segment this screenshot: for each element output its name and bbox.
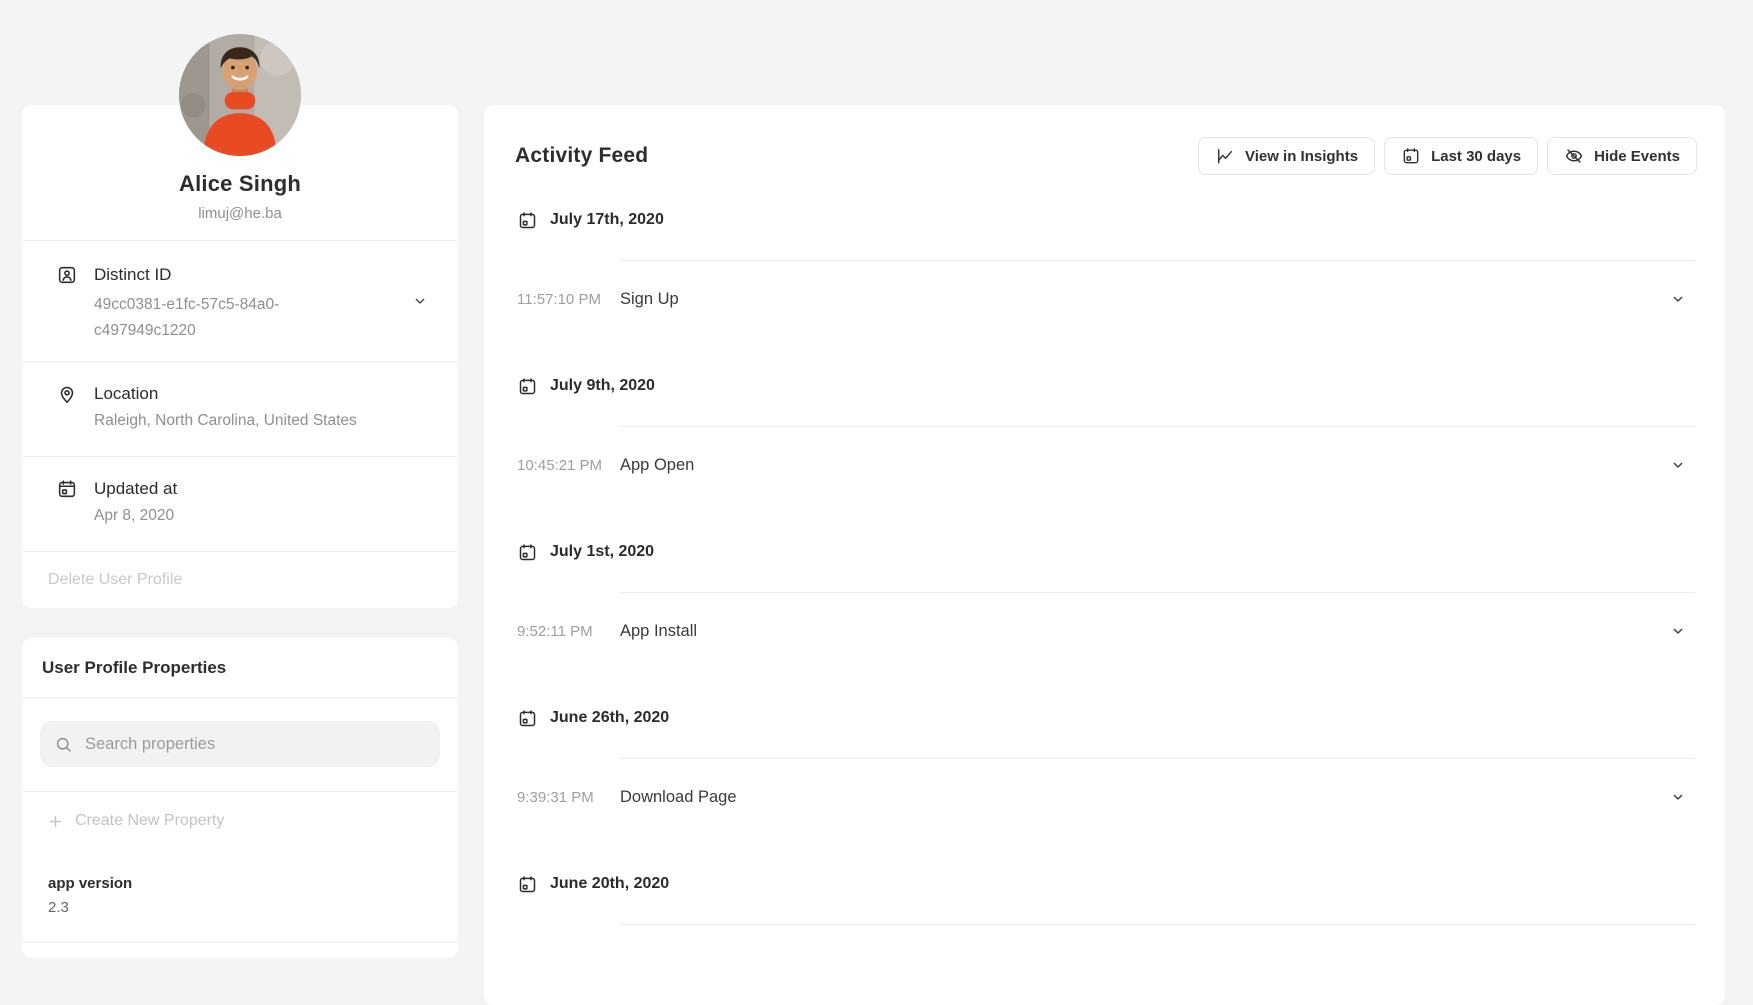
feed-date-group: July 17th, 2020 11:57:10 PM Sign Up [484,208,1725,337]
date-range-button[interactable]: Last 30 days [1384,137,1538,175]
user-profile-page: { "colors": { "page_bg": "#f4f4f4", "car… [0,0,1753,948]
create-new-property-label: Create New Property [75,809,224,833]
feed-date-header: June 26th, 2020 [517,706,1725,730]
event-time: 11:57:10 PM [517,291,620,308]
feed-date-label: July 1st, 2020 [550,543,654,561]
create-new-property-button[interactable]: Create New Property [22,791,458,833]
date-range-label: Last 30 days [1431,148,1521,165]
user-profile-properties-card: User Profile Properties Create New Prope… [22,638,458,958]
view-in-insights-label: View in Insights [1245,148,1358,165]
chevron-down-icon[interactable] [412,293,428,309]
hide-events-label: Hide Events [1594,148,1680,165]
properties-title: User Profile Properties [22,638,458,698]
avatar [179,34,301,156]
activity-feed-card: Activity Feed View in Insights Last 30 d… [484,105,1725,1005]
divider [620,924,1695,925]
delete-user-profile-button[interactable]: Delete User Profile [22,551,458,608]
feed-date-label: July 17th, 2020 [550,211,664,229]
activity-feed-header: Activity Feed View in Insights Last 30 d… [484,105,1725,176]
feed-date-group: July 9th, 2020 10:45:21 PM App Open [484,374,1725,503]
user-photo-avatar [179,34,301,156]
feed-date-label: July 9th, 2020 [550,377,655,395]
feed-date-header: July 17th, 2020 [517,208,1725,232]
event-name: App Open [620,456,694,475]
event-time: 10:45:21 PM [517,457,620,474]
feed-date-label: June 20th, 2020 [550,875,669,893]
location-label: Location [94,382,357,406]
search-properties-box[interactable] [40,721,440,767]
distinct-id-value: 49cc0381-e1fc-57c5-84a0-c497949c1220 [94,292,318,344]
line-chart-icon [1215,146,1235,166]
feed-groups: July 17th, 2020 11:57:10 PM Sign Up July… [484,208,1725,925]
hide-events-button[interactable]: Hide Events [1547,137,1697,175]
distinct-id-label: Distinct ID [94,263,318,287]
feed-date-label: June 26th, 2020 [550,709,669,727]
search-icon [54,735,73,754]
chevron-down-icon[interactable] [1670,291,1686,307]
profile-sidebar: Alice Singh limuj@he.ba Distinct ID 49cc… [22,0,458,958]
group-events: 11:57:10 PM Sign Up [484,261,1725,337]
calendar-icon [517,708,538,729]
feed-date-group: June 20th, 2020 [484,872,1725,925]
event-name: Download Page [620,788,737,807]
event-row[interactable]: 9:52:11 PM App Install [484,593,1725,669]
field-row-location: Location Raleigh, North Carolina, United… [22,361,458,456]
feed-date-header: July 9th, 2020 [517,374,1725,398]
group-events: 9:39:31 PM Download Page [484,759,1725,835]
location-value: Raleigh, North Carolina, United States [94,410,357,432]
chevron-down-icon[interactable] [1670,623,1686,639]
chevron-down-icon[interactable] [1670,789,1686,805]
view-in-insights-button[interactable]: View in Insights [1198,137,1375,175]
calendar-icon [517,210,538,231]
group-events: 10:45:21 PM App Open [484,427,1725,503]
calendar-icon [517,874,538,895]
property-value: 2.3 [48,896,432,920]
search-properties-input[interactable] [85,735,426,754]
eye-off-icon [1564,146,1584,166]
activity-feed-title: Activity Feed [515,144,648,168]
chevron-down-icon[interactable] [1670,457,1686,473]
event-name: App Install [620,622,697,641]
property-name: app version [48,872,432,896]
event-row[interactable]: 9:39:31 PM Download Page [484,759,1725,835]
map-pin-icon [56,383,78,405]
calendar-icon [517,542,538,563]
event-time: 9:52:11 PM [517,623,620,640]
event-row[interactable]: 10:45:21 PM App Open [484,427,1725,503]
plus-icon [47,813,64,830]
property-item-app-version: app version 2.3 [22,872,458,943]
calendar-icon [517,376,538,397]
calendar-icon [56,478,78,500]
event-time: 9:39:31 PM [517,789,620,806]
calendar-icon [1401,146,1421,166]
updated-at-label: Updated at [94,477,177,501]
contact-card-icon [56,264,78,286]
profile-name: Alice Singh [42,171,438,197]
feed-date-group: July 1st, 2020 9:52:11 PM App Install [484,540,1725,669]
event-name: Sign Up [620,290,679,309]
field-row-distinct-id: Distinct ID 49cc0381-e1fc-57c5-84a0-c497… [22,240,458,361]
feed-date-header: July 1st, 2020 [517,540,1725,564]
updated-at-value: Apr 8, 2020 [94,505,177,527]
feed-date-group: June 26th, 2020 9:39:31 PM Download Page [484,706,1725,835]
profile-card: Alice Singh limuj@he.ba Distinct ID 49cc… [22,105,458,608]
field-row-updated-at: Updated at Apr 8, 2020 [22,456,458,551]
feed-actions: View in Insights Last 30 days Hide Event… [1198,137,1697,175]
event-row[interactable]: 11:57:10 PM Sign Up [484,261,1725,337]
feed-date-header: June 20th, 2020 [517,872,1725,896]
profile-email: limuj@he.ba [42,203,438,225]
group-events: 9:52:11 PM App Install [484,593,1725,669]
